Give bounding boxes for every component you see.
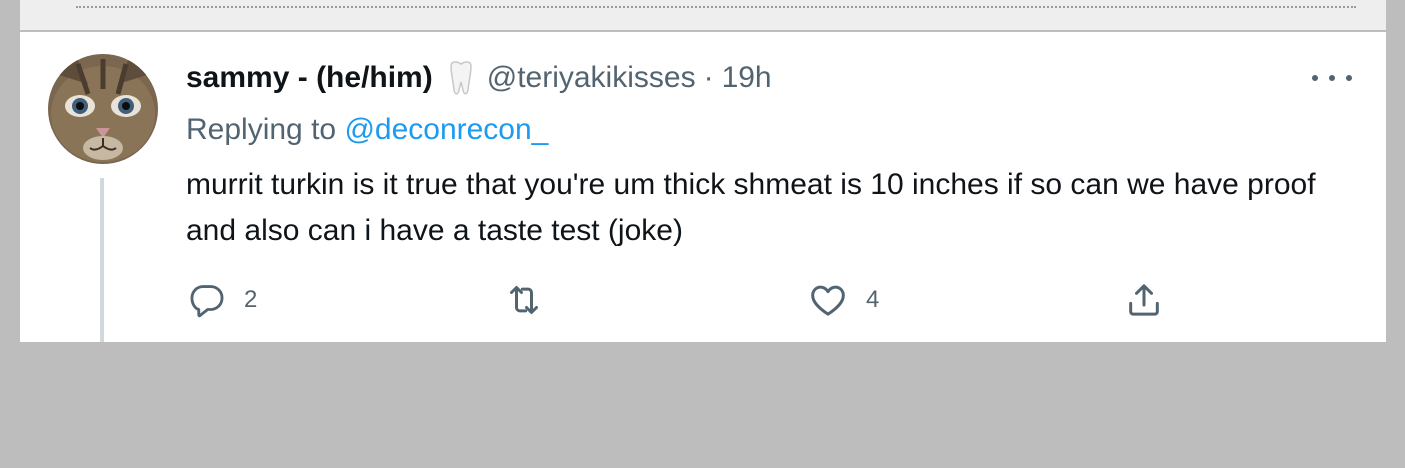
display-name[interactable]: sammy - (he/him) (186, 60, 433, 96)
heart-icon (808, 280, 848, 320)
replying-to-label: Replying to (186, 113, 337, 146)
share-icon (1124, 280, 1164, 320)
share-button[interactable] (1124, 280, 1164, 320)
like-count: 4 (866, 286, 880, 313)
more-options-button[interactable] (1312, 70, 1352, 86)
page: sammy - (he/him) @teriyakikisses · 19h R… (0, 0, 1405, 468)
more-dot (1329, 75, 1335, 81)
more-horizontal-icon (1312, 75, 1318, 81)
reply-icon (188, 281, 226, 319)
retweet-button[interactable] (504, 280, 562, 320)
replying-to-mention[interactable]: @deconrecon_ (344, 113, 548, 146)
thread-connector-line (100, 178, 104, 342)
timestamp[interactable]: 19h (722, 60, 772, 96)
tweet-text: murrit turkin is it true that you're um … (186, 168, 1316, 247)
user-handle[interactable]: @teriyakikisses (487, 60, 696, 96)
previous-tweet-divider (20, 0, 1386, 30)
avatar[interactable] (48, 54, 158, 164)
tooth-icon (447, 60, 475, 96)
header-separator: · (703, 61, 714, 94)
replying-to-line: Replying to @deconrecon_ (186, 112, 548, 148)
reply-button[interactable]: 2 (188, 280, 257, 320)
retweet-icon (504, 280, 544, 320)
tweet-card[interactable]: sammy - (he/him) @teriyakikisses · 19h R… (20, 32, 1386, 342)
more-dot (1346, 75, 1352, 81)
reply-count: 2 (244, 286, 258, 313)
cat-avatar-image (48, 54, 158, 164)
dotted-divider (76, 6, 1356, 8)
like-button[interactable]: 4 (808, 280, 879, 320)
tweet-header: sammy - (he/him) @teriyakikisses · 19h (186, 60, 772, 96)
